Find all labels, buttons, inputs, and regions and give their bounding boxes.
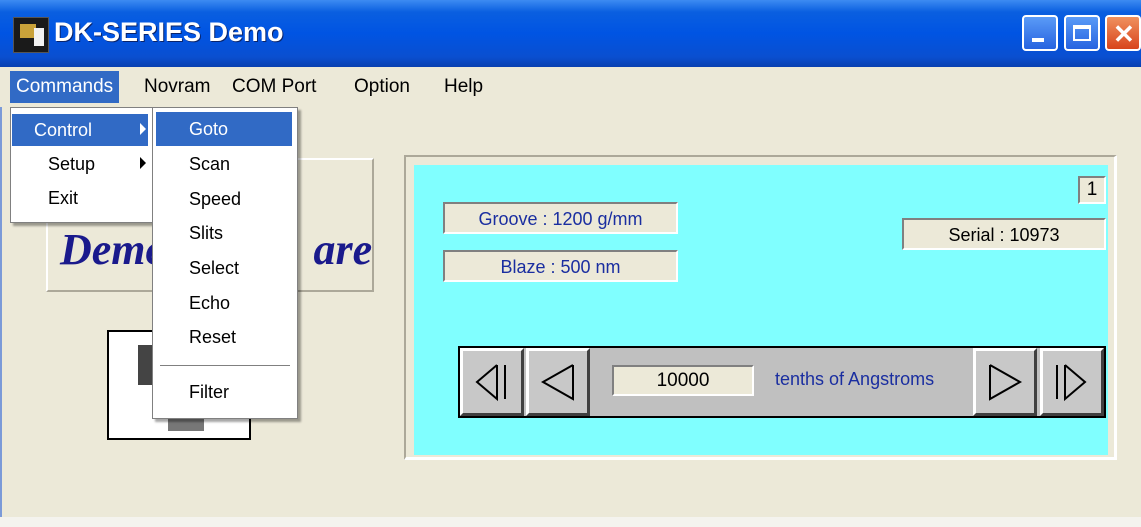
menu-option[interactable]: Option [348, 71, 416, 103]
status-bar [0, 517, 1141, 527]
window-frame [0, 107, 6, 527]
submenu-item-filter[interactable]: Filter [156, 376, 292, 408]
menu-separator [160, 365, 290, 369]
submenu-item-slits[interactable]: Slits [156, 217, 292, 249]
step-forward-icon [989, 364, 1023, 401]
menu-novram[interactable]: Novram [138, 71, 217, 103]
step-back-icon [540, 364, 574, 401]
close-button[interactable]: ✕ [1105, 15, 1141, 51]
blaze-label: Blaze : 500 nm [443, 250, 678, 282]
step-forward-button[interactable] [973, 348, 1037, 416]
submenu-item-select[interactable]: Select [156, 252, 292, 284]
menu-help[interactable]: Help [438, 71, 489, 103]
wavelength-input[interactable]: 10000 [612, 365, 754, 396]
maximize-icon [1073, 25, 1091, 41]
submenu-arrow-icon [140, 157, 146, 169]
submenu-arrow-icon [140, 123, 146, 135]
window-title: DK-SERIES Demo [54, 17, 284, 47]
logo-text-right: are [313, 225, 373, 274]
close-icon: ✕ [1113, 19, 1135, 49]
step-to-end-button[interactable] [1040, 348, 1104, 416]
step-to-end-icon [1056, 364, 1087, 402]
submenu-item-scan[interactable]: Scan [156, 148, 292, 180]
menu-com-port[interactable]: COM Port [226, 71, 322, 103]
step-to-start-icon [475, 364, 506, 402]
submenu-item-reset[interactable]: Reset [156, 321, 292, 353]
menu-item-control[interactable]: Control [12, 114, 148, 146]
submenu-item-echo[interactable]: Echo [156, 287, 292, 319]
maximize-button[interactable] [1064, 15, 1100, 51]
step-to-start-button[interactable] [460, 348, 524, 416]
groove-label: Groove : 1200 g/mm [443, 202, 678, 234]
serial-label: Serial : 10973 [902, 218, 1106, 250]
counter-display: 1 [1078, 176, 1106, 204]
app-icon[interactable] [13, 17, 49, 53]
submenu-item-speed[interactable]: Speed [156, 183, 292, 215]
submenu-item-goto[interactable]: Goto [156, 112, 292, 146]
wavelength-unit-label: tenths of Angstroms [775, 369, 935, 389]
step-back-button[interactable] [526, 348, 590, 416]
menu-commands[interactable]: Commands [10, 71, 120, 103]
menu-item-setup[interactable]: Setup [12, 148, 148, 180]
minimize-button[interactable] [1022, 15, 1058, 51]
menu-item-exit[interactable]: Exit [12, 182, 148, 214]
minimize-icon [1032, 38, 1044, 42]
